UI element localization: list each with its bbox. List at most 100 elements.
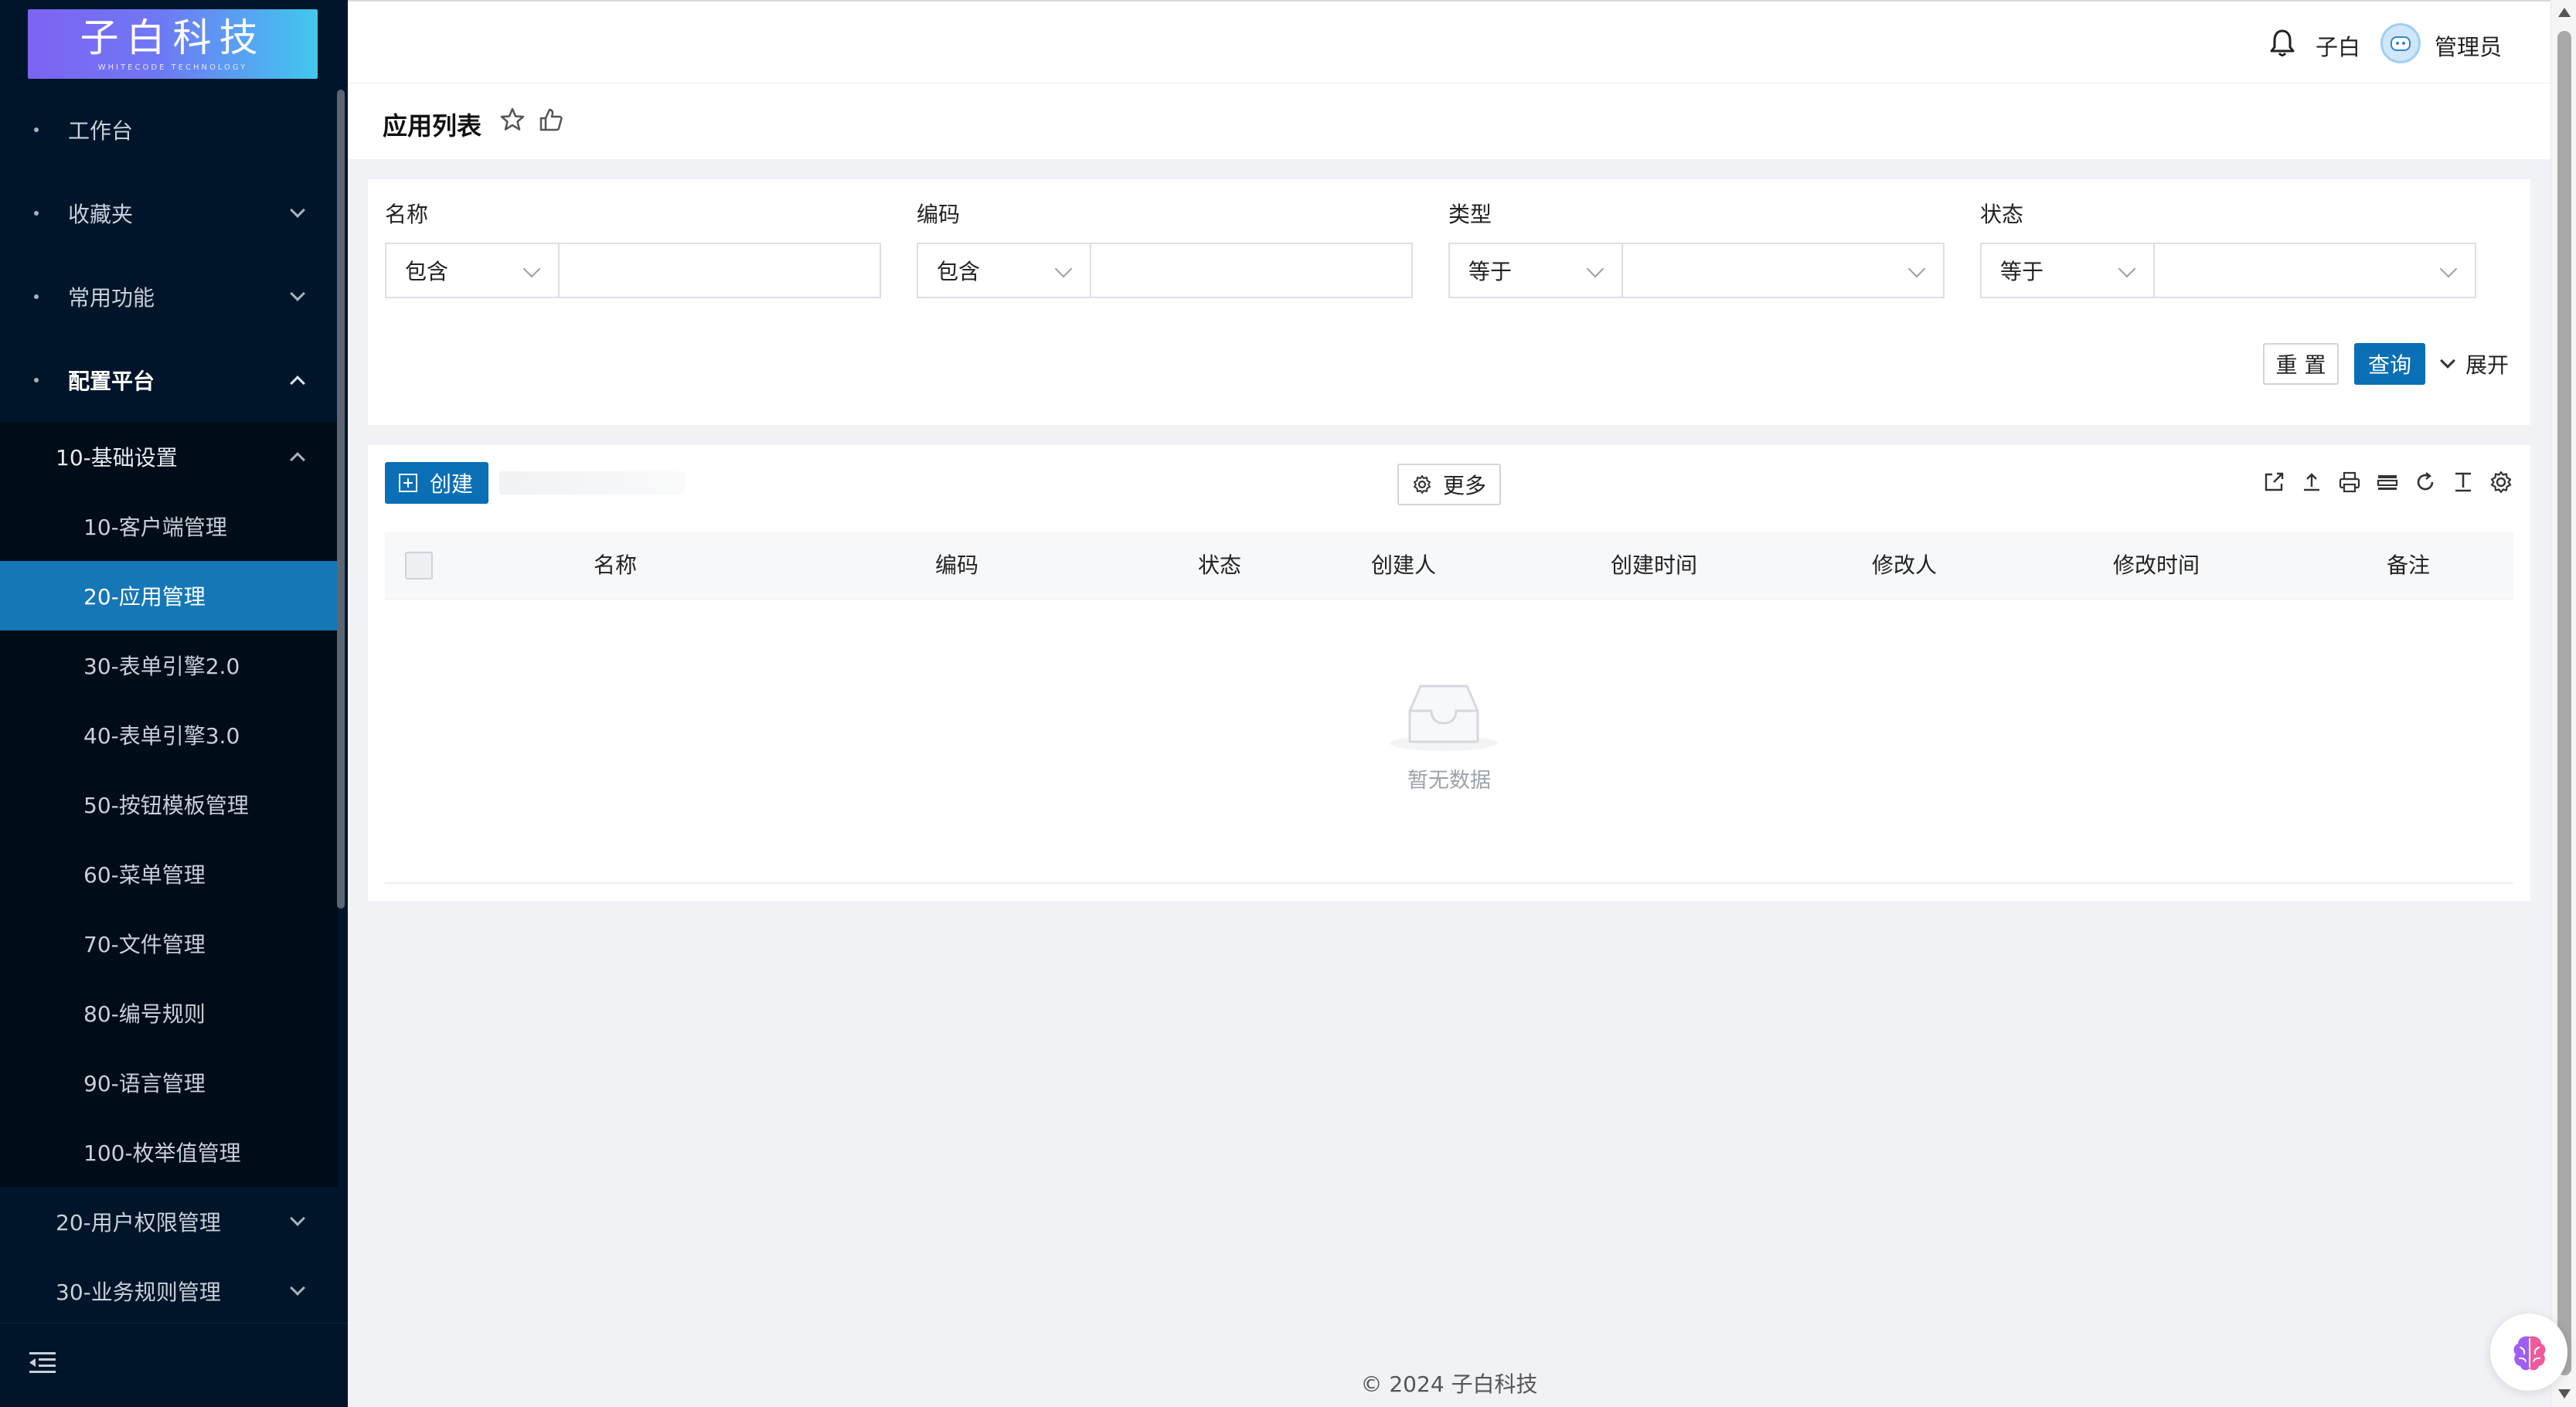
user-role[interactable]: 管理员 <box>2435 29 2502 62</box>
sidebar-item-label: 工作台 <box>68 118 134 144</box>
menu-item-language[interactable]: 90-语言管理 <box>0 1048 339 1117</box>
sidebar-item-label: 常用功能 <box>68 285 155 311</box>
avatar-face-icon <box>2391 36 2411 51</box>
column-header-name[interactable]: 名称 <box>594 532 637 600</box>
chevron-up-icon <box>290 452 305 467</box>
bullet-icon <box>34 211 39 216</box>
chevron-down-icon <box>290 286 305 301</box>
expand-label: 展开 <box>2465 352 2510 378</box>
filter-type-select[interactable] <box>1621 243 1945 298</box>
sidebar-item-favorites[interactable]: 收藏夹 <box>0 172 339 255</box>
avatar[interactable] <box>2380 23 2421 63</box>
filter-label-status: 状态 <box>1980 202 2024 227</box>
export-icon[interactable] <box>2261 470 2286 494</box>
operator-value: 等于 <box>1468 259 1513 284</box>
filter-status-select[interactable] <box>2153 243 2476 298</box>
column-header-remark[interactable]: 备注 <box>2387 532 2430 600</box>
reset-button[interactable]: 重 置 <box>2263 343 2339 385</box>
table-panel: 创建 更多 名称 编码 状态 创建人 创建时间 修改人 修改时间 备注 暂无数据 <box>368 445 2530 901</box>
user-name[interactable]: 子白 <box>2316 29 2360 62</box>
filter-panel: 名称 包含 编码 包含 类型 等于 状态 等于 重 置 查询 展开 <box>368 179 2530 425</box>
page-scrollbar[interactable] <box>2550 0 2576 1407</box>
brain-icon <box>2513 1336 2546 1371</box>
submenu-label: 10-基础设置 <box>56 445 178 471</box>
bullet-icon <box>34 127 39 132</box>
top-header: 子白 管理员 <box>348 0 2550 83</box>
menu-item-client[interactable]: 10-客户端管理 <box>0 491 339 561</box>
upload-icon[interactable] <box>2299 470 2324 494</box>
chevron-down-icon <box>2439 260 2458 278</box>
scroll-up-icon[interactable] <box>2558 8 2571 17</box>
menu-item-enum[interactable]: 100-枚举值管理 <box>0 1117 339 1187</box>
filter-code-operator[interactable]: 包含 <box>917 243 1091 298</box>
submenu-business-rules[interactable]: 30-业务规则管理 <box>0 1256 339 1326</box>
filter-label-name: 名称 <box>385 202 429 227</box>
more-button[interactable]: 更多 <box>1397 464 1501 505</box>
filter-name-input[interactable] <box>558 243 881 298</box>
column-header-creator[interactable]: 创建人 <box>1371 532 1436 600</box>
submenu-basic-settings[interactable]: 10-基础设置 <box>0 422 339 491</box>
menu-item-form-engine-3[interactable]: 40-表单引擎3.0 <box>0 700 339 770</box>
logo[interactable]: 子白科技 WHITECODE TECHNOLOGY <box>28 9 318 79</box>
table-header: 名称 编码 状态 创建人 创建时间 修改人 修改时间 备注 <box>385 532 2513 600</box>
bell-icon[interactable] <box>2269 28 2295 59</box>
column-header-created-time[interactable]: 创建时间 <box>1611 532 1697 600</box>
print-icon[interactable] <box>2337 470 2362 494</box>
sidebar-item-workbench[interactable]: 工作台 <box>0 88 339 172</box>
page-title: 应用列表 <box>383 111 482 141</box>
bullet-icon <box>34 294 39 299</box>
toolbar-placeholder <box>499 471 685 494</box>
sidebar-item-label: 收藏夹 <box>68 202 134 227</box>
menu-item-button-template[interactable]: 50-按钮模板管理 <box>0 770 339 839</box>
sidebar-item-common[interactable]: 常用功能 <box>0 255 339 338</box>
empty-text: 暂无数据 <box>1407 769 1491 793</box>
query-button[interactable]: 查询 <box>2354 343 2425 385</box>
column-header-modified-time[interactable]: 修改时间 <box>2113 532 2200 600</box>
refresh-icon[interactable] <box>2413 470 2438 494</box>
filter-label-code: 编码 <box>917 202 961 227</box>
chevron-up-icon <box>290 376 305 391</box>
scroll-down-icon[interactable] <box>2558 1389 2571 1399</box>
logo-text: 子白科技 <box>80 15 266 60</box>
operator-value: 包含 <box>937 259 981 284</box>
sidebar-item-config-platform[interactable]: 配置平台 <box>0 338 339 422</box>
scrollbar-thumb[interactable] <box>2557 31 2571 1375</box>
thumb-up-icon[interactable] <box>538 107 564 133</box>
table-toolbar <box>2261 470 2527 496</box>
filter-name-operator[interactable]: 包含 <box>385 243 560 298</box>
menu-item-form-engine-2[interactable]: 30-表单引擎2.0 <box>0 630 339 700</box>
filter-type-operator[interactable]: 等于 <box>1448 243 1623 298</box>
menu-item-app-management[interactable]: 20-应用管理 <box>0 561 339 630</box>
submenu-label: 20-用户权限管理 <box>56 1210 221 1235</box>
ai-assistant-button[interactable] <box>2490 1314 2567 1391</box>
settings-icon[interactable] <box>2489 470 2513 494</box>
plus-square-icon <box>399 474 417 492</box>
filter-code-input[interactable] <box>1090 243 1413 298</box>
sidebar-scrollbar[interactable] <box>337 90 345 909</box>
menu-item-numbering[interactable]: 80-编号规则 <box>0 978 339 1048</box>
column-header-status[interactable]: 状态 <box>1198 532 1241 600</box>
create-button[interactable]: 创建 <box>385 462 488 504</box>
columns-icon[interactable] <box>2375 470 2400 494</box>
chevron-down-icon <box>1054 260 1073 278</box>
more-label: 更多 <box>1442 473 1486 498</box>
sidebar-item-label: 配置平台 <box>68 369 155 394</box>
sidebar-footer <box>0 1323 348 1407</box>
chevron-down-icon <box>290 1280 305 1296</box>
star-icon[interactable] <box>499 107 526 133</box>
empty-inbox-icon <box>1390 685 1498 751</box>
text-height-icon[interactable] <box>2451 470 2476 494</box>
submenu-user-permissions[interactable]: 20-用户权限管理 <box>0 1187 339 1256</box>
select-all-checkbox[interactable] <box>405 552 433 579</box>
footer-copyright: © 2024 子白科技 <box>1360 1371 1538 1397</box>
column-header-code[interactable]: 编码 <box>935 532 978 600</box>
column-header-modifier[interactable]: 修改人 <box>1872 532 1937 600</box>
expand-toggle[interactable]: 展开 <box>2440 343 2510 385</box>
menu-fold-icon[interactable] <box>29 1351 56 1375</box>
chevron-down-icon <box>290 202 305 218</box>
filter-status-operator[interactable]: 等于 <box>1980 243 2155 298</box>
menu-item-file[interactable]: 70-文件管理 <box>0 909 339 978</box>
chevron-down-icon <box>2118 260 2136 278</box>
menu-item-menu[interactable]: 60-菜单管理 <box>0 839 339 909</box>
gear-icon <box>1413 475 1431 494</box>
